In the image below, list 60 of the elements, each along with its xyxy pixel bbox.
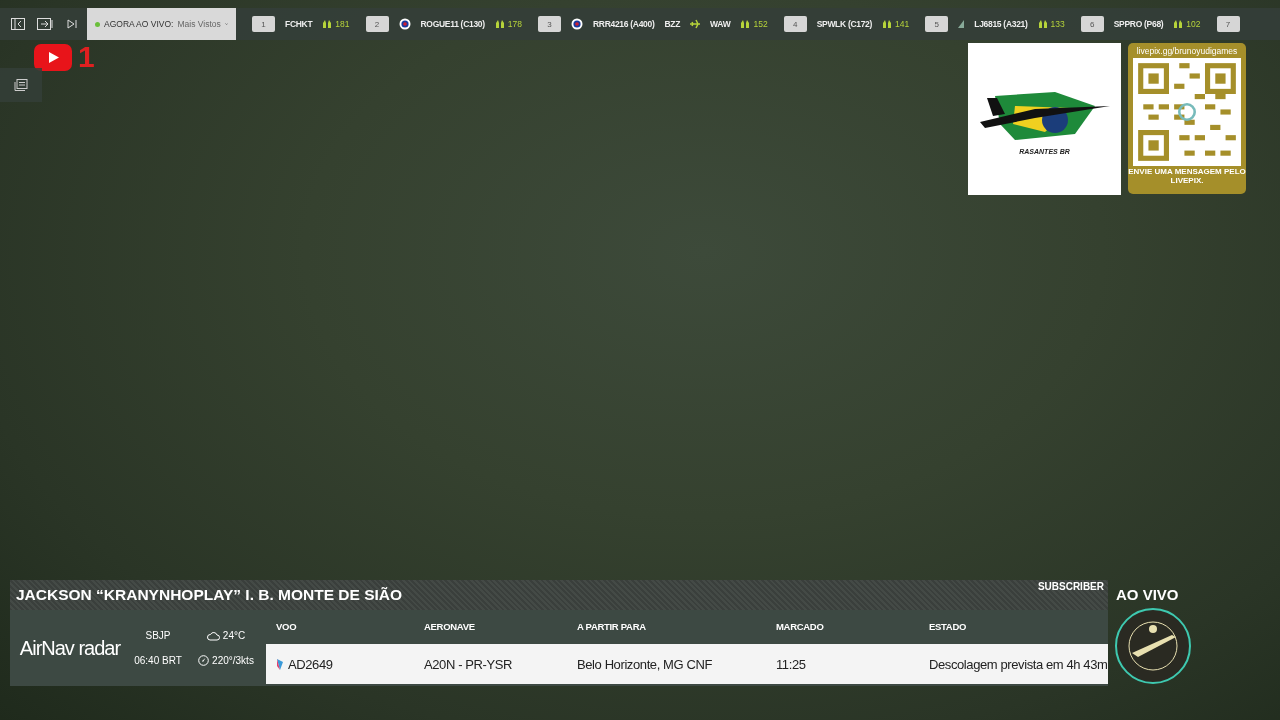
column-header: A PARTIR PARA — [577, 620, 647, 632]
rank-number: 5 — [925, 16, 949, 32]
rank-number: 3 — [538, 16, 561, 32]
video-play-icon — [34, 44, 72, 71]
collapse-icon[interactable] — [9, 15, 27, 33]
local-time: 06:40 BRT — [133, 655, 183, 666]
club-badge-icon — [1114, 607, 1192, 685]
viewer-count: 181 — [335, 19, 350, 29]
flight-callsign[interactable]: FCHKT — [285, 19, 313, 29]
binoculars-icon — [882, 19, 893, 29]
viewer-count: 141 — [895, 19, 910, 29]
column-header: ESTADO — [929, 620, 968, 632]
temperature: 24°C — [222, 630, 246, 641]
compass-icon — [198, 655, 210, 666]
rank-number: 2 — [365, 16, 389, 32]
viewer-count: 102 — [1186, 19, 1201, 29]
column-header: AERONAVE — [424, 620, 476, 632]
streamer-title: JACKSON “KRANYNHOPLAY” I. B. MONTE DE SIÃO — [16, 586, 403, 604]
live-dropdown[interactable]: AGORA AO VIVO: Mais Vistos — [87, 8, 236, 40]
rank-number: 7 — [1216, 16, 1240, 32]
viewer-count: 133 — [1050, 19, 1065, 29]
binoculars-icon — [1173, 19, 1184, 29]
route-to: WAW — [710, 19, 731, 29]
live-label: AO VIVO — [1116, 586, 1179, 603]
list-icon[interactable] — [0, 68, 42, 102]
table-cell: Belo Horizonte, MG CNF — [577, 656, 712, 672]
wind: 220°/3kts — [212, 655, 254, 666]
binoculars-icon — [1037, 19, 1048, 29]
table-cell: A20N - PR-YSR — [424, 656, 512, 672]
airport-code: SBJP — [144, 630, 172, 641]
rank-number: 4 — [783, 16, 807, 32]
binoculars-icon — [740, 19, 751, 29]
viewer-count: 178 — [507, 19, 522, 29]
plane-icon — [690, 19, 701, 29]
window-icon[interactable] — [36, 15, 54, 33]
airline-icon — [958, 20, 965, 28]
flight-callsign[interactable]: LJ6815 (A321) — [974, 19, 1028, 29]
airline-logo-icon — [276, 657, 284, 671]
cloud-icon — [206, 630, 220, 641]
column-header: MARCADO — [776, 620, 825, 632]
notification-count: 1 — [78, 40, 95, 74]
viewer-count: 152 — [753, 19, 768, 29]
binoculars-icon — [322, 19, 333, 29]
flight-callsign[interactable]: SPPRO (P68) — [1113, 19, 1164, 29]
livepix-caption: ENVIE UMA MENSAGEM PELO LIVEPIX. — [1128, 168, 1246, 186]
flag-icon — [571, 18, 583, 30]
rank-number: 1 — [252, 16, 275, 32]
flight-callsign[interactable]: RRR4216 (A400) — [593, 19, 655, 29]
table-cell: Descolagem prevista em 4h 43m — [929, 656, 1108, 672]
binoculars-icon — [494, 19, 505, 29]
table-cell: AD2649 — [288, 656, 333, 672]
column-header: VOO — [276, 620, 298, 632]
flight-callsign[interactable]: SPWLK (C172) — [816, 19, 873, 29]
airnav-logo: AirNav radar — [18, 636, 122, 660]
route-from: BZZ — [664, 19, 681, 29]
flight-callsign[interactable]: ROGUE11 (C130) — [420, 19, 485, 29]
rank-number: 6 — [1080, 16, 1104, 32]
table-cell: 11:25 — [776, 656, 806, 672]
flag-icon — [398, 18, 411, 30]
subscriber-tag: SUBSCRIBER — [1037, 581, 1104, 592]
